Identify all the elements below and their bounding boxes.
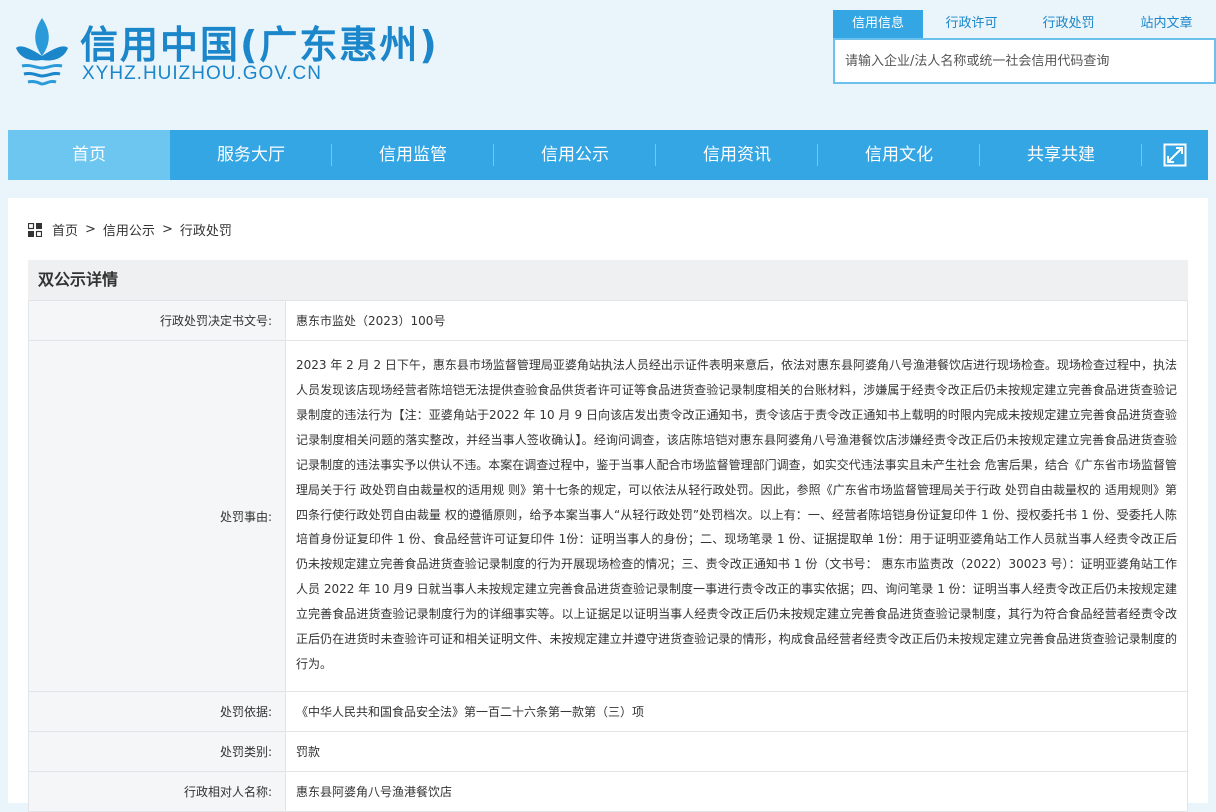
- row-value: 《中华人民共和国食品安全法》第一百二十六条第一款第（三）项: [285, 691, 1188, 732]
- row-label: 处罚依据:: [28, 691, 286, 732]
- detail-table: 行政处罚决定书文号: 惠东市监处（2023）100号 处罚事由: 2023 年 …: [28, 300, 1188, 812]
- row-label: 行政相对人名称:: [28, 771, 286, 812]
- search-tab-admin-license[interactable]: 行政许可: [923, 10, 1020, 38]
- breadcrumb: 首页 > 信用公示 > 行政处罚: [27, 220, 232, 239]
- row-label: 处罚类别:: [28, 731, 286, 772]
- breadcrumb-separator: >: [161, 222, 173, 237]
- row-value: 惠东市监处（2023）100号: [285, 300, 1188, 341]
- expand-arrows-icon[interactable]: [1142, 130, 1208, 180]
- breadcrumb-credit-publicity[interactable]: 信用公示: [103, 220, 155, 239]
- table-row: 处罚依据: 《中华人民共和国食品安全法》第一百二十六条第一款第（三）项: [28, 691, 1188, 732]
- section-title: 双公示详情: [28, 260, 1188, 300]
- grid-icon: [27, 222, 43, 237]
- nav-item-credit-culture[interactable]: 信用文化: [818, 130, 980, 180]
- site-title: 信用中国(广东惠州): [80, 23, 439, 67]
- search-tab-credit-info[interactable]: 信用信息: [833, 10, 923, 38]
- row-value: 2023 年 2 月 2 日下午，惠东县市场监督管理局亚婆角站执法人员经出示证件…: [285, 340, 1188, 692]
- breadcrumb-admin-penalty[interactable]: 行政处罚: [180, 220, 232, 239]
- table-row: 行政处罚决定书文号: 惠东市监处（2023）100号: [28, 300, 1188, 341]
- row-value: 罚款: [285, 731, 1188, 772]
- nav-item-credit-news[interactable]: 信用资讯: [656, 130, 818, 180]
- search-tabs: 信用信息 行政许可 行政处罚 站内文章: [833, 10, 1216, 38]
- breadcrumb-separator: >: [85, 222, 96, 237]
- row-value: 惠东县阿婆角八号渔港餐饮店: [285, 771, 1188, 812]
- table-row: 处罚类别: 罚款: [28, 731, 1188, 772]
- main-nav: 首页 服务大厅 信用监管 信用公示 信用资讯 信用文化 共享共建: [8, 130, 1208, 180]
- row-label: 处罚事由:: [28, 340, 286, 692]
- content-panel: 首页 > 信用公示 > 行政处罚 双公示详情 行政处罚决定书文号: 惠东市监处（…: [8, 198, 1208, 812]
- search-tab-admin-penalty[interactable]: 行政处罚: [1020, 10, 1117, 38]
- search-input[interactable]: [835, 40, 1214, 82]
- site-domain: XYHZ.HUIZHOU.GOV.CN: [82, 63, 322, 84]
- nav-item-shared-construction[interactable]: 共享共建: [980, 130, 1142, 180]
- search-panel: 信用信息 行政许可 行政处罚 站内文章: [833, 10, 1216, 88]
- search-input-wrapper: [833, 38, 1216, 84]
- breadcrumb-home[interactable]: 首页: [52, 220, 78, 239]
- site-header: 信用中国(广东惠州) XYHZ.HUIZHOU.GOV.CN 信用信息 行政许可…: [0, 0, 1216, 130]
- nav-item-home[interactable]: 首页: [8, 130, 170, 180]
- table-row: 行政相对人名称: 惠东县阿婆角八号渔港餐饮店: [28, 771, 1188, 812]
- lotus-flower-logo-icon[interactable]: [12, 12, 72, 92]
- nav-item-service-hall[interactable]: 服务大厅: [170, 130, 332, 180]
- nav-item-credit-publicity[interactable]: 信用公示: [494, 130, 656, 180]
- row-label: 行政处罚决定书文号:: [28, 300, 286, 341]
- search-tab-site-articles[interactable]: 站内文章: [1117, 10, 1216, 38]
- nav-item-credit-supervision[interactable]: 信用监管: [332, 130, 494, 180]
- table-row: 处罚事由: 2023 年 2 月 2 日下午，惠东县市场监督管理局亚婆角站执法人…: [28, 340, 1188, 692]
